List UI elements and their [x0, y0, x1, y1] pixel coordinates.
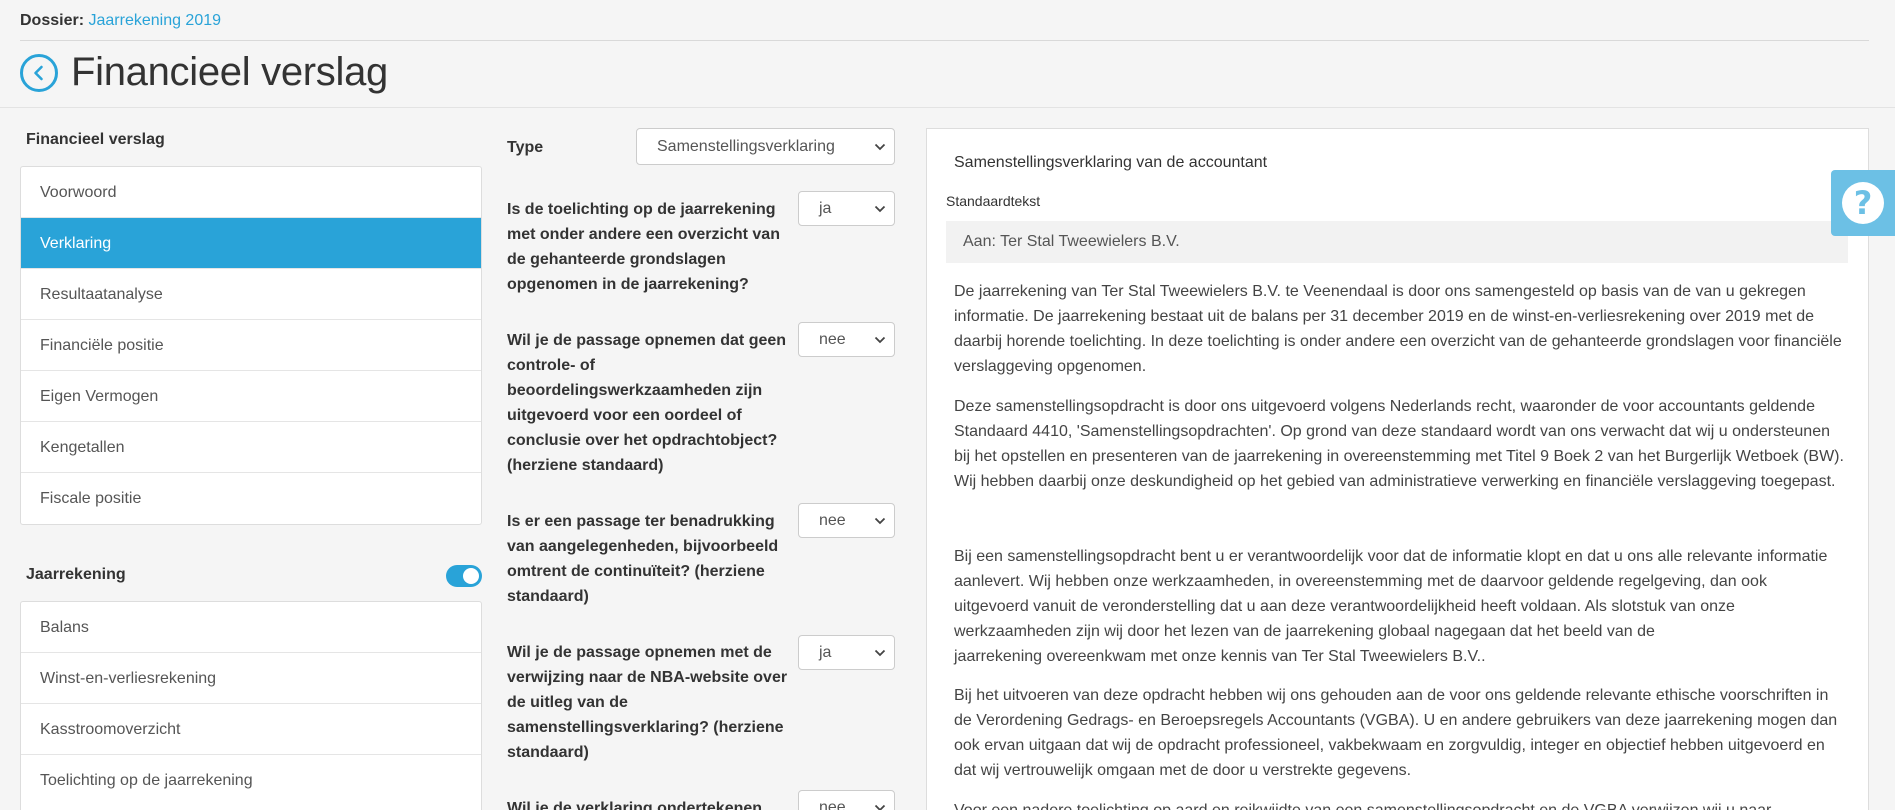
chevron-left-icon	[34, 65, 43, 80]
chevron-down-icon	[874, 336, 886, 343]
page-header: Financieel verslag	[20, 50, 388, 95]
q5-select[interactable]: nee	[798, 790, 895, 810]
dossier-breadcrumb: Dossier: Jaarrekening 2019	[20, 12, 221, 30]
panel-title: Samenstellingsverklaring van de accounta…	[954, 154, 1268, 171]
sidebar-item-kasstroomoverzicht[interactable]: Kasstroomoverzicht	[21, 704, 481, 755]
type-label: Type	[507, 139, 544, 156]
dossier-label: Dossier:	[20, 12, 85, 29]
paragraph-2: Deze samenstellingsopdracht is door ons …	[954, 398, 1844, 490]
q4-select[interactable]: ja	[798, 635, 895, 670]
q3-label: Is er een passage ter benadrukking van a…	[507, 513, 779, 605]
paragraph-5: Voor een nadere toelichting op aard en r…	[954, 798, 1844, 810]
verklaring-panel: Samenstellingsverklaring van de accounta…	[926, 128, 1869, 810]
sidebar-item-voorwoord[interactable]: Voorwoord	[21, 167, 481, 218]
sidebar-item-winst-en-verliesrekening[interactable]: Winst-en-verliesrekening	[21, 653, 481, 704]
question-icon: ?	[1842, 182, 1884, 224]
sidebar-item-kengetallen[interactable]: Kengetallen	[21, 422, 481, 473]
q2-label: Wil je de passage opnemen dat geen contr…	[507, 332, 787, 474]
section-title-financieel-verslag: Financieel verslag	[26, 131, 165, 148]
chevron-down-icon	[874, 143, 886, 150]
q2-select[interactable]: nee	[798, 322, 895, 357]
title-divider	[0, 107, 1895, 108]
q4-select-value: ja	[819, 643, 832, 661]
q3-select-value: nee	[819, 511, 846, 529]
paragraph-1: De jaarrekening van Ter Stal Tweewielers…	[954, 283, 1842, 375]
chevron-down-icon	[874, 205, 886, 212]
q5-label: Wil je de verklaring ondertekenen	[507, 800, 763, 810]
sidebar-item-resultaatanalyse[interactable]: Resultaatanalyse	[21, 269, 481, 320]
q1-select-value: ja	[819, 199, 832, 217]
chevron-down-icon	[874, 804, 886, 810]
jaarrekening-list: Balans Winst-en-verliesrekening Kasstroo…	[20, 601, 482, 810]
back-button[interactable]	[20, 53, 58, 92]
header-divider	[20, 40, 1869, 41]
sidebar-item-balans[interactable]: Balans	[21, 602, 481, 653]
sidebar-item-eigen-vermogen[interactable]: Eigen Vermogen	[21, 371, 481, 422]
q3-select[interactable]: nee	[798, 503, 895, 538]
q5-select-value: nee	[819, 798, 846, 810]
type-select-value: Samenstellingsverklaring	[657, 137, 835, 155]
q1-label: Is de toelichting op de jaarrekening met…	[507, 201, 780, 293]
sidebar-item-toelichting[interactable]: Toelichting op de jaarrekening	[21, 755, 481, 806]
aan-field[interactable]: Aan: Ter Stal Tweewielers B.V.	[946, 221, 1848, 263]
chevron-down-icon	[874, 517, 886, 524]
paragraph-3a: Bij een samenstellingsopdracht bent u er…	[954, 548, 1828, 640]
paragraph-3b: jaarrekening overeenkwam met onze kennis…	[954, 648, 1486, 665]
paragraph-4: Bij het uitvoeren van deze opdracht hebb…	[954, 687, 1838, 779]
help-button[interactable]: ?	[1831, 170, 1895, 236]
page-title: Financieel verslag	[71, 50, 388, 94]
chevron-down-icon	[874, 649, 886, 656]
sidebar-item-financiele-positie[interactable]: Financiële positie	[21, 320, 481, 371]
q4-label: Wil je de passage opnemen met de verwijz…	[507, 644, 788, 761]
section-title-jaarrekening: Jaarrekening	[26, 566, 126, 583]
q1-select[interactable]: ja	[798, 191, 895, 226]
sidebar-item-fiscale-positie[interactable]: Fiscale positie	[21, 473, 481, 524]
financieel-verslag-list: Voorwoord Verklaring Resultaatanalyse Fi…	[20, 166, 482, 525]
jaarrekening-toggle[interactable]	[446, 565, 482, 587]
standaardtekst-label: Standaardtekst	[946, 193, 1041, 209]
q2-select-value: nee	[819, 330, 846, 348]
dossier-link[interactable]: Jaarrekening 2019	[88, 12, 221, 29]
type-select[interactable]: Samenstellingsverklaring	[636, 128, 895, 165]
sidebar-item-verklaring[interactable]: Verklaring	[21, 218, 481, 269]
